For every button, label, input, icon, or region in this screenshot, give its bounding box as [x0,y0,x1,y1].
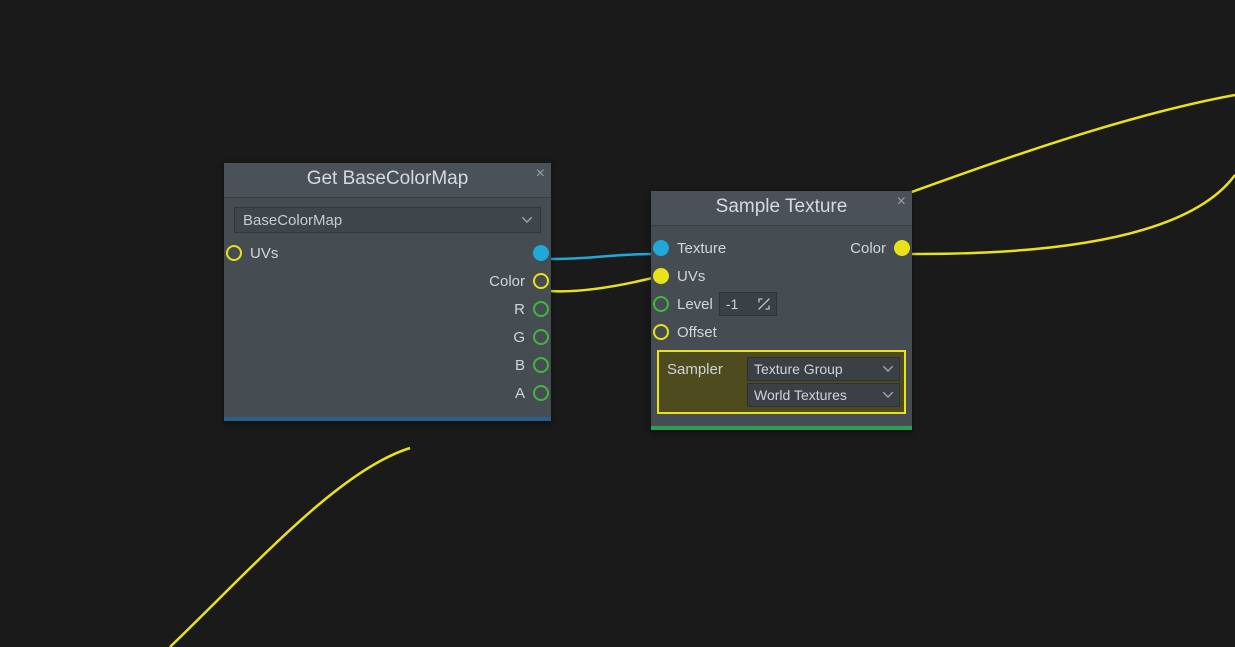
output-port-g[interactable] [533,329,549,345]
node-title: Get BaseColorMap [307,168,469,189]
expand-icon [758,298,770,310]
parameter-select-value: BaseColorMap [243,212,342,229]
output-port-r[interactable] [533,301,549,317]
chevron-down-icon [522,217,532,223]
input-label-level: Level [677,296,713,313]
node-get-basecolormap[interactable]: Get BaseColorMap × BaseColorMap UVs Colo… [224,163,551,421]
node-sample-texture[interactable]: Sample Texture × Texture Color UVs Level… [651,191,912,430]
input-port-level[interactable] [653,296,669,312]
level-value: -1 [726,296,738,312]
output-port-a[interactable] [533,385,549,401]
input-port-uvs[interactable] [653,268,669,284]
input-port-texture[interactable] [653,240,669,256]
output-label-r: R [514,301,525,318]
wire-canvas [0,0,1235,647]
output-label-color: Color [489,273,525,290]
input-label-uvs: UVs [250,245,278,262]
close-icon[interactable]: × [536,166,545,182]
input-port-offset[interactable] [653,324,669,340]
close-icon[interactable]: × [897,194,906,210]
node-header[interactable]: Sample Texture × [651,191,912,226]
output-label-b: B [515,357,525,374]
node-title: Sample Texture [716,196,848,217]
output-label-color: Color [850,240,886,257]
chevron-down-icon [883,366,893,372]
output-port-texture[interactable] [533,245,549,261]
output-port-color[interactable] [894,240,910,256]
sampler-select-2-value: World Textures [754,387,847,403]
input-port-uvs[interactable] [226,245,242,261]
output-port-b[interactable] [533,357,549,373]
node-footer [651,426,912,430]
sampler-label: Sampler [663,361,747,378]
sampler-select-1[interactable]: Texture Group [747,357,900,381]
input-label-offset: Offset [677,324,717,341]
node-body: BaseColorMap UVs Color R G B [224,198,551,417]
chevron-down-icon [883,392,893,398]
input-label-uvs: UVs [677,268,705,285]
node-body: Texture Color UVs Level -1 Offset Sample… [651,226,912,426]
level-value-field[interactable]: -1 [719,292,777,316]
node-header[interactable]: Get BaseColorMap × [224,163,551,198]
output-label-a: A [515,385,525,402]
input-label-texture: Texture [677,240,726,257]
output-label-g: G [513,329,525,346]
parameter-select[interactable]: BaseColorMap [234,207,541,233]
sampler-select-2[interactable]: World Textures [747,383,900,407]
output-port-color[interactable] [533,273,549,289]
sampler-block: Sampler Texture Group World Textures [657,350,906,414]
node-footer [224,417,551,421]
sampler-select-1-value: Texture Group [754,361,843,377]
